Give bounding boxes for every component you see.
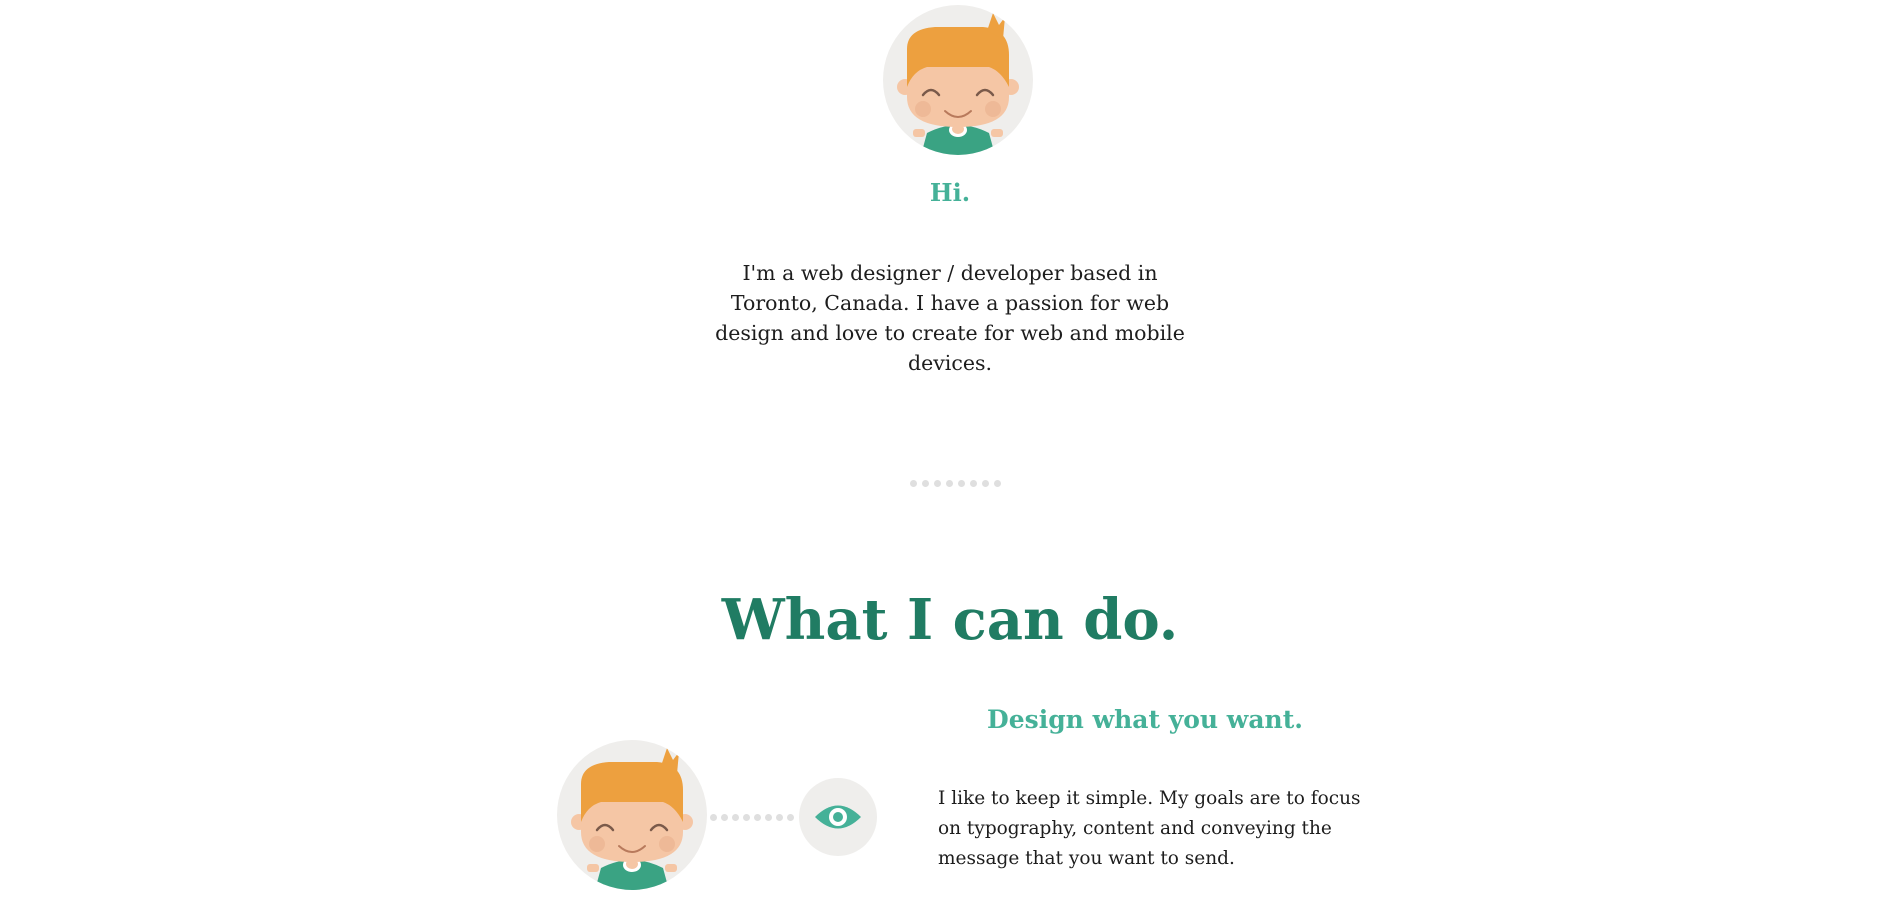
divider-dot [910,480,917,487]
connector-dot [765,814,772,821]
skill-icon-circle [799,778,877,856]
section-title: What I can do. [721,587,1179,653]
connector-dot [754,814,761,821]
divider-dot [994,480,1001,487]
divider-dot [958,480,965,487]
skill-title: Design what you want. [987,705,1303,734]
connector-dot [721,814,728,821]
divider-dot [946,480,953,487]
skill-connector [710,814,798,822]
boy-avatar-icon [571,748,693,890]
connector-dot [732,814,739,821]
profile-avatar [883,5,1033,155]
connector-dot [787,814,794,821]
skill-description: I like to keep it simple. My goals are t… [938,788,1361,869]
section-divider [910,480,1006,488]
divider-dot [922,480,929,487]
eye-icon [815,805,861,829]
greeting-heading: Hi. [929,178,971,207]
intro-text: I'm a web designer / developer based in … [715,261,1185,375]
connector-dot [710,814,717,821]
skill-avatar [557,740,707,890]
divider-dot [934,480,941,487]
connector-dot [743,814,750,821]
divider-dot [970,480,977,487]
boy-avatar-icon [897,13,1019,155]
connector-dot [776,814,783,821]
divider-dot [982,480,989,487]
